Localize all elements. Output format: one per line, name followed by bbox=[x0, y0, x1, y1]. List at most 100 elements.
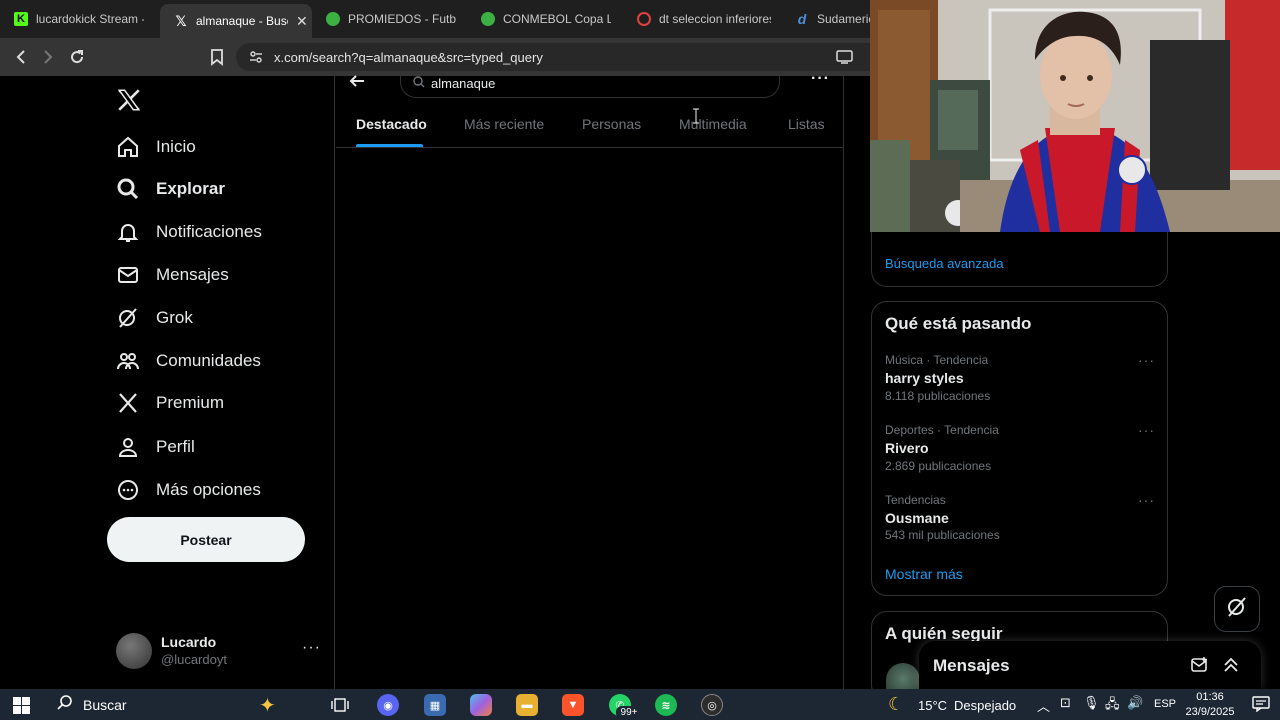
weather-temp[interactable]: 15°C bbox=[918, 698, 947, 713]
x-logo-icon[interactable] bbox=[116, 87, 142, 118]
home-icon bbox=[116, 135, 140, 159]
more-icon[interactable]: ··· bbox=[1138, 422, 1155, 438]
tab-mas-reciente[interactable]: Más reciente bbox=[464, 116, 544, 132]
copilot-icon[interactable] bbox=[470, 694, 492, 716]
nav-label: Perfil bbox=[156, 437, 195, 456]
advanced-search-link[interactable]: Búsqueda avanzada bbox=[885, 256, 1004, 271]
tray-icon[interactable]: ⊡ bbox=[1060, 695, 1071, 711]
reload-icon[interactable] bbox=[67, 47, 87, 67]
nav-item-explore[interactable]: Explorar bbox=[116, 172, 225, 206]
search-icon bbox=[116, 177, 140, 201]
nav-label: Grok bbox=[156, 308, 193, 327]
back-arrow-icon[interactable] bbox=[348, 72, 366, 95]
close-icon[interactable]: ✕ bbox=[296, 13, 308, 30]
nav-item-communities[interactable]: Comunidades bbox=[116, 344, 261, 378]
account-switcher[interactable]: Lucardo @lucardoyt ··· bbox=[116, 631, 326, 671]
microphone-icon[interactable]: 🎙 bbox=[1083, 695, 1100, 711]
search-query: almanaque bbox=[431, 76, 496, 91]
nav-item-notifications[interactable]: Notificaciones bbox=[116, 215, 262, 249]
x-logo-icon: 𝕏 bbox=[175, 12, 187, 29]
more-icon: ··· bbox=[302, 639, 321, 656]
chevron-up-icon[interactable] bbox=[1222, 656, 1240, 679]
url-text: x.com/search?q=almanaque&src=typed_query bbox=[274, 49, 543, 65]
tab-multimedia[interactable]: Multimedia bbox=[679, 116, 747, 132]
messages-drawer[interactable]: Mensajes bbox=[919, 641, 1261, 689]
mail-icon bbox=[116, 263, 140, 287]
nav-label: Inicio bbox=[156, 137, 196, 156]
clock-time[interactable]: 01:36 bbox=[1182, 691, 1238, 703]
tab-title: dt seleccion inferiores bbox=[659, 12, 771, 26]
nav-item-grok[interactable]: Grok bbox=[116, 301, 193, 335]
browser-tab[interactable]: dt seleccion inferiores bbox=[623, 4, 781, 34]
windows-start-icon[interactable] bbox=[13, 697, 30, 719]
more-icon[interactable]: ··· bbox=[1138, 492, 1155, 508]
tab-personas[interactable]: Personas bbox=[582, 116, 641, 132]
forward-icon[interactable] bbox=[38, 47, 58, 67]
browser-tab[interactable]: CONMEBOL Copa Liber bbox=[467, 4, 623, 34]
tab-title: Sudameric bbox=[817, 12, 870, 26]
app-icon[interactable]: ▦ bbox=[424, 694, 446, 716]
more-circle-icon bbox=[116, 478, 140, 502]
nav-item-premium[interactable]: Premium bbox=[116, 386, 224, 420]
search-icon bbox=[413, 76, 425, 91]
browser-tab[interactable]: d Sudameric bbox=[781, 4, 870, 34]
d-icon: d bbox=[797, 11, 807, 27]
brave-icon[interactable]: ▼ bbox=[562, 694, 584, 716]
trend-item[interactable]: Música · Tendencia harry styles 8.118 pu… bbox=[872, 350, 1169, 408]
tab-title: CONMEBOL Copa Liber bbox=[503, 12, 611, 26]
site-settings-icon[interactable] bbox=[248, 49, 264, 68]
cast-icon[interactable] bbox=[836, 49, 854, 68]
chevron-up-icon[interactable]: ︿ bbox=[1037, 696, 1050, 715]
notification-badge: 99+ bbox=[616, 706, 642, 719]
more-icon[interactable]: ··· bbox=[811, 70, 830, 88]
tab-destacado[interactable]: Destacado bbox=[356, 116, 427, 132]
person-icon bbox=[116, 435, 140, 459]
trend-name: harry styles bbox=[885, 370, 964, 386]
address-bar[interactable]: x.com/search?q=almanaque&src=typed_query bbox=[236, 43, 870, 71]
network-icon[interactable]: 🖧 bbox=[1105, 695, 1120, 717]
trend-category: Deportes · Tendencia bbox=[885, 423, 999, 437]
tab-listas[interactable]: Listas bbox=[788, 116, 825, 132]
post-button[interactable]: Postear bbox=[107, 517, 305, 562]
taskbar-search-label: Buscar bbox=[83, 696, 127, 713]
language-indicator[interactable]: ESP bbox=[1154, 698, 1176, 710]
clock-date[interactable]: 23/9/2025 bbox=[1182, 706, 1238, 718]
trend-item[interactable]: Deportes · Tendencia Rivero 2.869 public… bbox=[872, 420, 1169, 478]
new-message-icon[interactable] bbox=[1191, 656, 1209, 679]
profile-handle: @lucardoyt bbox=[161, 652, 227, 667]
spotify-icon[interactable]: ≋ bbox=[655, 694, 677, 716]
obs-icon[interactable]: ◎ bbox=[701, 694, 723, 716]
back-icon[interactable] bbox=[11, 47, 31, 67]
trend-category: Tendencias bbox=[885, 493, 946, 507]
bookmark-icon[interactable] bbox=[207, 47, 227, 67]
weather-moon-icon: ☾ bbox=[888, 694, 905, 714]
search-input[interactable]: almanaque bbox=[400, 70, 780, 98]
tab-title: almanaque - Busca bbox=[196, 14, 288, 28]
nav-label: Más opciones bbox=[156, 480, 261, 499]
discord-icon[interactable]: ◉ bbox=[377, 694, 399, 716]
task-view-icon[interactable] bbox=[329, 694, 351, 716]
nav-item-more[interactable]: Más opciones bbox=[116, 473, 261, 507]
tab-title: lucardokick Stream - V bbox=[36, 12, 144, 26]
trend-item[interactable]: Tendencias Ousmane 543 mil publicaciones… bbox=[872, 490, 1169, 548]
trending-title: Qué está pasando bbox=[885, 314, 1032, 333]
nav-item-home[interactable]: Inicio bbox=[116, 130, 196, 164]
trend-name: Ousmane bbox=[885, 510, 949, 526]
grok-floating-button[interactable] bbox=[1214, 586, 1260, 632]
show-more-link[interactable]: Mostrar más bbox=[885, 566, 963, 582]
nav-item-profile[interactable]: Perfil bbox=[116, 430, 195, 464]
nav-item-messages[interactable]: Mensajes bbox=[116, 258, 229, 292]
people-icon bbox=[116, 349, 140, 373]
browser-tab[interactable]: K lucardokick Stream - V bbox=[0, 4, 160, 34]
more-icon[interactable]: ··· bbox=[1138, 352, 1155, 368]
weather-desc[interactable]: Despejado bbox=[954, 698, 1016, 713]
notifications-icon[interactable] bbox=[1252, 696, 1270, 717]
browser-tab[interactable]: PROMIEDOS - Futbol bbox=[312, 4, 467, 34]
browser-tab-active[interactable]: 𝕏 almanaque - Busca ✕ bbox=[160, 4, 312, 38]
taskbar-search[interactable]: Buscar ✦ bbox=[47, 689, 312, 720]
webcam-video bbox=[870, 0, 1280, 232]
nav-label: Premium bbox=[156, 393, 225, 412]
left-navigation: Inicio Explorar Notificaciones Mensajes … bbox=[0, 76, 335, 689]
volume-icon[interactable]: 🔊 bbox=[1127, 695, 1143, 711]
folder-icon[interactable]: ▬ bbox=[516, 694, 538, 716]
